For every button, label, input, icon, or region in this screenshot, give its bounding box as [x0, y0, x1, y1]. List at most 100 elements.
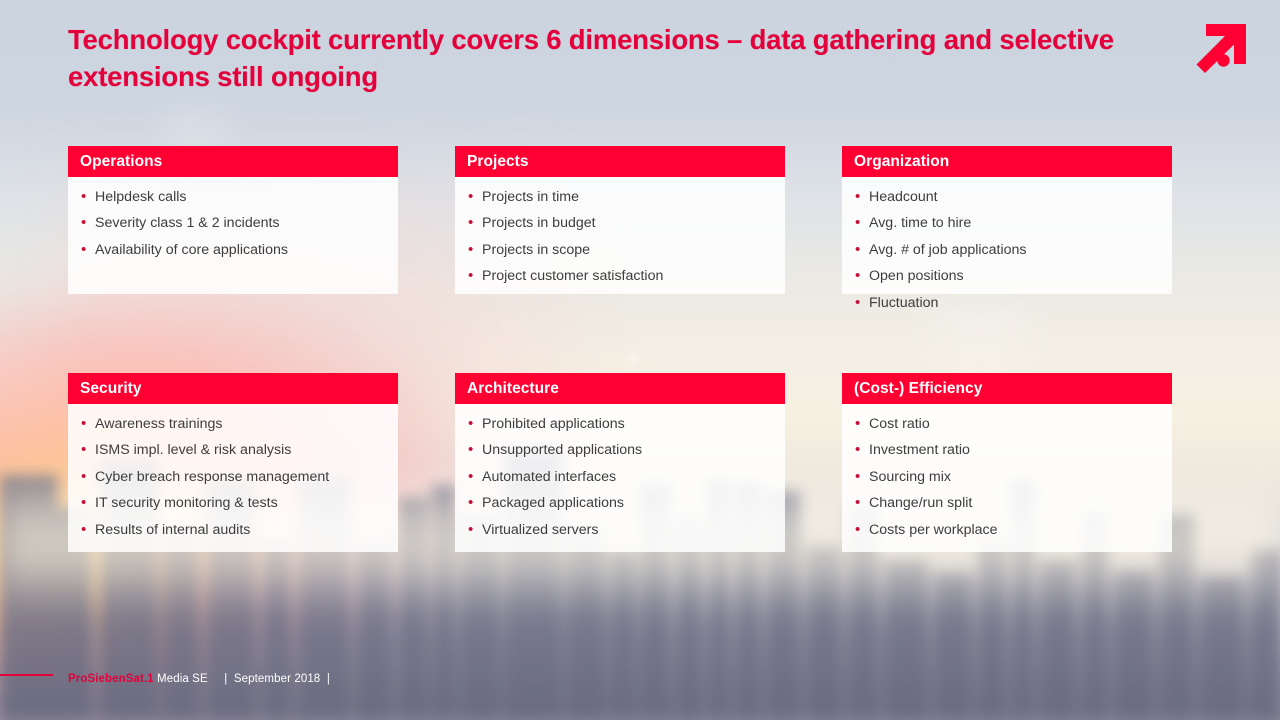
card-body: • Prohibited applications • Unsupported … — [455, 404, 785, 552]
bullet-icon: • — [468, 188, 474, 205]
bullet-icon: • — [468, 267, 474, 285]
card-header: Operations — [68, 146, 398, 177]
bullet-icon: • — [81, 520, 87, 538]
card-title: (Cost-) Efficiency — [854, 379, 983, 397]
lens-flare-icon — [627, 352, 639, 364]
list-item-label: Cost ratio — [869, 416, 930, 432]
list-item: • Investment ratio — [852, 442, 1162, 458]
card-body: • Awareness trainings • ISMS impl. level… — [68, 404, 398, 552]
bullet-icon: • — [81, 467, 87, 485]
list-item-label: Projects in time — [482, 189, 579, 205]
footer-brand: ProSiebenSat.1 — [68, 673, 154, 685]
list-item-label: Headcount — [869, 189, 938, 205]
list-item-label: Results of internal audits — [95, 521, 251, 538]
list-item: • Cost ratio — [852, 416, 1162, 432]
card-operations: Operations • Helpdesk calls • Severity c… — [68, 146, 398, 294]
list-item: • Unsupported applications — [465, 442, 775, 458]
prosiebensat1-arrow-logo — [1196, 24, 1246, 73]
bullet-icon: • — [81, 494, 87, 512]
list-item: • Projects in budget — [465, 215, 775, 231]
card-header: Security — [68, 373, 398, 404]
list-item: • Costs per workplace — [852, 522, 1162, 538]
list-item-label: Projects in budget — [482, 215, 596, 232]
footer-separator: | — [207, 673, 234, 685]
list-item: • Change/run split — [852, 495, 1162, 511]
list-item: • Project customer satisfaction — [465, 268, 775, 284]
list-item: • ISMS impl. level & risk analysis — [78, 442, 388, 458]
list-item: • Virtualized servers — [465, 522, 775, 538]
list-item-label: Packaged applications — [482, 495, 624, 512]
background-ground-shade — [0, 570, 1280, 720]
list-item-label: Change/run split — [869, 495, 973, 512]
card-title: Security — [80, 379, 142, 397]
bullet-icon: • — [855, 240, 861, 258]
list-item: • Awareness trainings — [78, 416, 388, 432]
bullet-icon: • — [855, 214, 861, 232]
list-item-label: Sourcing mix — [869, 468, 952, 485]
card-projects: Projects • Projects in time • Projects i… — [455, 146, 785, 294]
list-item: • Results of internal audits — [78, 522, 388, 538]
slide-canvas: Technology cockpit currently covers 6 di… — [0, 0, 1280, 720]
list-item-label: Project customer satisfaction — [482, 268, 664, 285]
list-item-label: Open positions — [869, 268, 964, 285]
bullet-icon: • — [855, 293, 861, 311]
list-item: • Helpdesk calls — [78, 189, 388, 205]
bullet-icon: • — [855, 188, 861, 205]
card-title: Operations — [80, 152, 163, 170]
bullet-icon: • — [81, 415, 87, 432]
list-item-label: Cyber breach response management — [95, 468, 330, 485]
list-item: • Avg. time to hire — [852, 215, 1162, 231]
bullet-icon: • — [468, 520, 474, 538]
footer-rule — [0, 674, 53, 676]
footer-company: Media SE — [153, 673, 208, 685]
list-item-label: IT security monitoring & tests — [95, 495, 278, 512]
list-item: • Projects in time — [465, 189, 775, 205]
list-item-label: Virtualized servers — [482, 521, 599, 538]
bullet-icon: • — [468, 494, 474, 512]
list-item: • Open positions — [852, 268, 1162, 284]
list-item: • Headcount — [852, 189, 1162, 205]
card-header: (Cost-) Efficiency — [842, 373, 1172, 404]
list-item-label: Avg. # of job applications — [869, 241, 1027, 258]
card-body: • Cost ratio • Investment ratio • Sourci… — [842, 404, 1172, 552]
list-item: • Severity class 1 & 2 incidents — [78, 215, 388, 231]
list-item-label: Unsupported applications — [482, 442, 643, 459]
bullet-icon: • — [855, 267, 861, 285]
card-title: Architecture — [467, 379, 559, 397]
bullet-icon: • — [468, 214, 474, 232]
list-item: • Prohibited applications — [465, 416, 775, 432]
card-organization: Organization • Headcount • Avg. time to … — [842, 146, 1172, 310]
footer-separator: | — [320, 673, 330, 685]
list-item-label: Fluctuation — [869, 294, 939, 311]
card-title: Organization — [854, 152, 950, 170]
list-item-label: Availability of core applications — [95, 241, 288, 258]
list-item: • Projects in scope — [465, 242, 775, 258]
list-item-label: Severity class 1 & 2 incidents — [95, 215, 280, 232]
bullet-icon: • — [81, 240, 87, 258]
list-item-label: Costs per workplace — [869, 521, 998, 538]
card-body: • Helpdesk calls • Severity class 1 & 2 … — [68, 177, 398, 294]
bullet-icon: • — [468, 441, 474, 459]
list-item-label: Investment ratio — [869, 442, 970, 459]
list-item-label: Prohibited applications — [482, 416, 625, 432]
list-item: • Automated interfaces — [465, 469, 775, 485]
list-item-label: Projects in scope — [482, 241, 591, 258]
list-item: • IT security monitoring & tests — [78, 495, 388, 511]
list-item: • Avg. # of job applications — [852, 242, 1162, 258]
bullet-icon: • — [468, 240, 474, 258]
card-header: Architecture — [455, 373, 785, 404]
bullet-icon: • — [855, 494, 861, 512]
card-title: Projects — [467, 152, 529, 170]
list-item-label: Helpdesk calls — [95, 189, 187, 205]
bullet-icon: • — [468, 467, 474, 485]
card-cost-efficiency: (Cost-) Efficiency • Cost ratio • Invest… — [842, 373, 1172, 552]
bullet-icon: • — [855, 467, 861, 485]
card-body: • Headcount • Avg. time to hire • Avg. #… — [842, 177, 1172, 310]
bullet-icon: • — [855, 441, 861, 459]
bullet-icon: • — [855, 415, 861, 432]
list-item: • Fluctuation — [852, 295, 1162, 311]
list-item: • Sourcing mix — [852, 469, 1162, 485]
bullet-icon: • — [81, 441, 87, 459]
list-item-label: Automated interfaces — [482, 468, 617, 485]
card-body: • Projects in time • Projects in budget … — [455, 177, 785, 294]
